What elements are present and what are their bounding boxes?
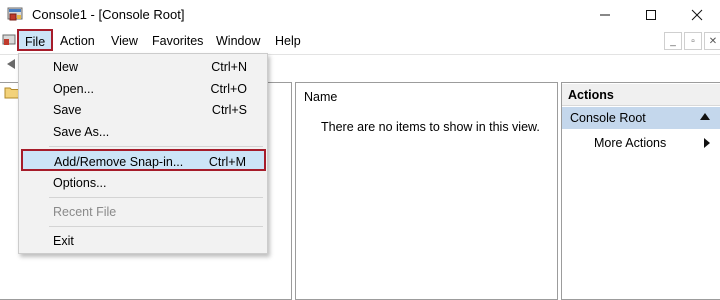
mdi-child-controls: _ ▫ ✕ bbox=[662, 32, 720, 50]
menu-item-label: Recent File bbox=[53, 205, 117, 219]
empty-view-message: There are no items to show in this view. bbox=[321, 120, 540, 134]
mmc-console-icon bbox=[7, 6, 24, 23]
menu-item-recent-file: Recent File bbox=[19, 201, 267, 223]
child-close-icon[interactable]: ✕ bbox=[704, 32, 720, 50]
menu-item-label: Save bbox=[53, 103, 82, 117]
menu-separator bbox=[49, 226, 263, 227]
menu-help[interactable]: Help bbox=[268, 30, 308, 52]
menu-item-label: Open... bbox=[53, 82, 94, 96]
menu-action[interactable]: Action bbox=[53, 30, 102, 52]
maximize-button[interactable] bbox=[628, 0, 674, 30]
console-menu-icon[interactable] bbox=[2, 33, 16, 47]
child-minimize-icon[interactable]: _ bbox=[664, 32, 682, 50]
child-restore-icon[interactable]: ▫ bbox=[684, 32, 702, 50]
menu-item-shortcut: Ctrl+O bbox=[210, 82, 247, 96]
menu-favorites[interactable]: Favorites bbox=[145, 30, 210, 52]
menu-item-save-as[interactable]: Save As... bbox=[19, 121, 267, 143]
menu-item-label: New bbox=[53, 60, 79, 74]
file-dropdown-menu: New Ctrl+N Open... Ctrl+O Save Ctrl+S Sa… bbox=[18, 53, 268, 254]
menu-item-shortcut: Ctrl+M bbox=[208, 155, 246, 169]
minimize-button[interactable] bbox=[582, 0, 628, 30]
menu-item-options[interactable]: Options... bbox=[19, 172, 267, 194]
menu-item-new[interactable]: New Ctrl+N bbox=[19, 56, 267, 78]
window-title: Console1 - [Console Root] bbox=[32, 7, 185, 22]
collapse-arrow-icon[interactable] bbox=[700, 113, 710, 120]
close-button[interactable] bbox=[674, 0, 720, 30]
menu-item-shortcut: Ctrl+S bbox=[211, 103, 247, 117]
more-actions-link[interactable]: More Actions bbox=[594, 136, 666, 150]
back-arrow-icon[interactable] bbox=[4, 57, 16, 76]
menu-view[interactable]: View bbox=[104, 30, 145, 52]
menu-separator bbox=[49, 197, 263, 198]
menu-item-open[interactable]: Open... Ctrl+O bbox=[19, 78, 267, 100]
menu-item-label: Options... bbox=[53, 176, 107, 190]
menu-item-label: Save As... bbox=[53, 125, 110, 139]
menu-item-shortcut: Ctrl+N bbox=[211, 60, 247, 74]
menu-item-exit[interactable]: Exit bbox=[19, 230, 267, 252]
actions-header: Actions bbox=[562, 84, 720, 106]
menu-separator bbox=[49, 146, 263, 147]
menu-window[interactable]: Window bbox=[209, 30, 267, 52]
menu-item-label: Add/Remove Snap-in... bbox=[54, 155, 184, 169]
actions-section-console-root[interactable]: Console Root bbox=[562, 107, 720, 129]
menu-item-label: Exit bbox=[53, 234, 74, 248]
menu-item-add-remove-snap-in[interactable]: Add/Remove Snap-in... Ctrl+M bbox=[21, 149, 266, 171]
menu-file[interactable]: File bbox=[17, 29, 53, 51]
submenu-arrow-icon[interactable] bbox=[704, 138, 710, 148]
menu-item-save[interactable]: Save Ctrl+S bbox=[19, 99, 267, 121]
results-pane bbox=[295, 82, 558, 300]
name-column-header[interactable]: Name bbox=[304, 90, 337, 104]
